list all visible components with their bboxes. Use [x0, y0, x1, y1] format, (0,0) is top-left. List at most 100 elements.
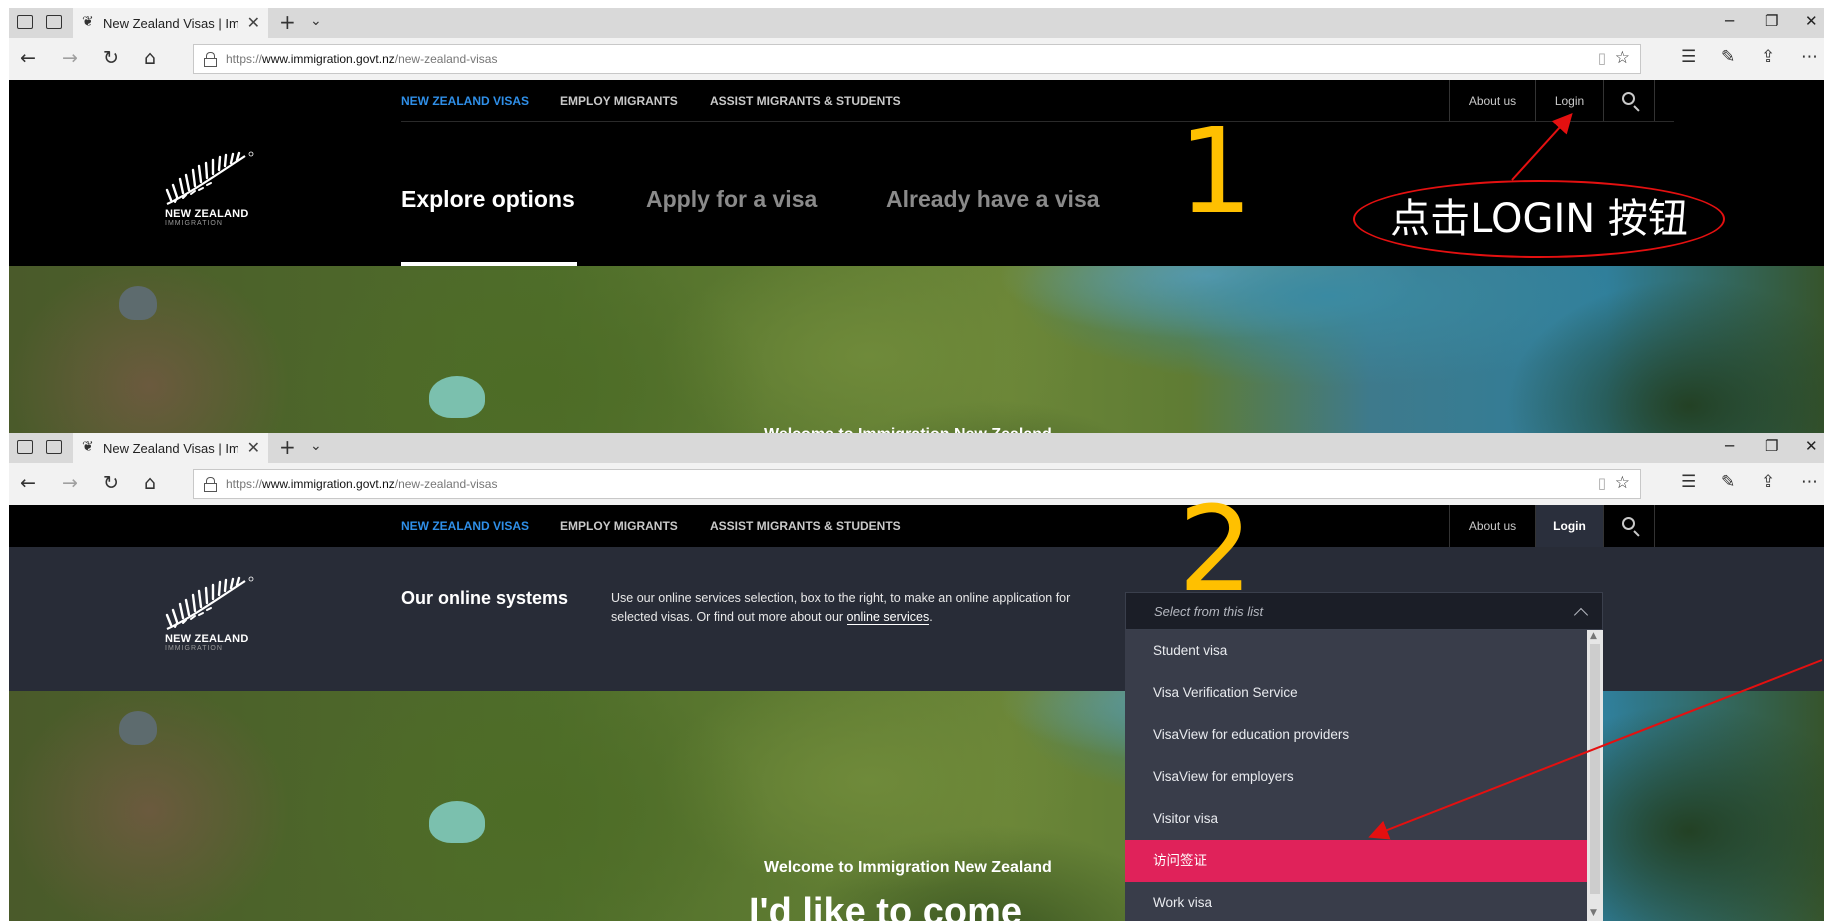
nav-new-zealand-visas[interactable]: NEW ZEALAND VISAS — [401, 519, 529, 533]
lock-icon — [204, 52, 217, 67]
home-icon[interactable]: ⌂ — [144, 47, 156, 69]
address-bar[interactable]: https://www.immigration.govt.nz/new-zeal… — [193, 469, 1641, 499]
scroll-down-icon[interactable]: ▼ — [1590, 908, 1597, 918]
online-systems-title: Our online systems — [401, 588, 569, 608]
option-visaview-employers[interactable]: VisaView for employers — [1125, 756, 1587, 798]
login-button[interactable]: Login — [1535, 80, 1603, 122]
refresh-icon[interactable]: ↻ — [103, 47, 119, 69]
share-icon[interactable]: ⇪ — [1761, 472, 1775, 492]
nz-immigration-logo[interactable]: NEW ZEALAND IMMIGRATION — [165, 150, 255, 230]
pen-icon[interactable]: ✎ — [1721, 47, 1735, 67]
favorites-list-icon[interactable]: ☰ — [1681, 472, 1696, 492]
lock-icon — [204, 477, 217, 492]
browser-tab[interactable]: ❦ New Zealand Visas | Immigration New Ze… — [73, 8, 268, 38]
online-systems-description: Use our online services selection, box t… — [611, 591, 1071, 625]
scroll-up-icon[interactable]: ▲ — [1590, 631, 1597, 641]
annotation-click-login-label: 点击LOGIN 按钮 — [1353, 180, 1725, 258]
reading-view-icon[interactable]: ▯ — [1598, 474, 1606, 492]
set-aside-tabs-icon[interactable] — [17, 440, 33, 454]
home-icon[interactable]: ⌂ — [144, 472, 156, 494]
site-top-nav: NEW ZEALAND VISAS EMPLOY MIGRANTS ASSIST… — [9, 505, 1824, 547]
option-visitor-visa-chinese[interactable]: 访问签证 — [1125, 840, 1587, 882]
option-visa-verification[interactable]: Visa Verification Service — [1125, 672, 1587, 714]
logo-sub: IMMIGRATION — [165, 220, 223, 227]
about-us-link[interactable]: About us — [1449, 505, 1535, 547]
new-tab-icon[interactable]: + — [279, 10, 296, 34]
close-tab-icon[interactable]: ✕ — [247, 13, 260, 32]
restore-icon[interactable]: ❐ — [1765, 437, 1778, 455]
browser-tab[interactable]: ❦ New Zealand Visas | Immigration New Ze… — [73, 433, 268, 463]
scrollbar-thumb[interactable] — [1590, 644, 1600, 894]
option-visitor-visa[interactable]: Visitor visa — [1125, 798, 1587, 840]
cyclist-helmet — [119, 711, 157, 745]
show-tabs-icon[interactable] — [46, 440, 62, 454]
url-text: https://www.immigration.govt.nz/new-zeal… — [226, 477, 498, 491]
set-aside-tabs-icon[interactable] — [17, 15, 33, 29]
site-search-button[interactable] — [1603, 80, 1655, 122]
login-button[interactable]: Login — [1535, 505, 1603, 547]
silver-fern-icon — [165, 151, 254, 206]
close-window-icon[interactable]: ✕ — [1805, 437, 1818, 455]
back-icon[interactable]: ← — [20, 47, 36, 69]
online-services-options: Student visa Visa Verification Service V… — [1125, 630, 1603, 921]
new-tab-icon[interactable]: + — [279, 435, 296, 459]
nav-new-zealand-visas[interactable]: NEW ZEALAND VISAS — [401, 94, 529, 108]
close-tab-icon[interactable]: ✕ — [247, 438, 260, 457]
option-student-visa[interactable]: Student visa — [1125, 630, 1587, 672]
address-toolbar: ← → ↻ ⌂ https://www.immigration.govt.nz/… — [9, 38, 1824, 80]
tab-title: New Zealand Visas | Immigration New Zeal… — [103, 16, 238, 31]
about-us-link[interactable]: About us — [1449, 80, 1535, 122]
browser-tab-strip: ❦ New Zealand Visas | Immigration New Ze… — [9, 433, 1824, 463]
chevron-down-icon[interactable]: ⌄ — [310, 438, 322, 454]
reading-view-icon[interactable]: ▯ — [1598, 49, 1606, 67]
favorites-list-icon[interactable]: ☰ — [1681, 47, 1696, 67]
fern-favicon-icon: ❦ — [82, 14, 94, 30]
forward-icon[interactable]: → — [62, 47, 78, 69]
back-icon[interactable]: ← — [20, 472, 36, 494]
chevron-down-icon[interactable]: ⌄ — [310, 13, 322, 29]
restore-icon[interactable]: ❐ — [1765, 12, 1778, 30]
favorite-star-icon[interactable]: ☆ — [1615, 48, 1630, 68]
minimize-icon[interactable]: ─ — [1725, 437, 1734, 455]
close-window-icon[interactable]: ✕ — [1805, 12, 1818, 30]
tab-title: New Zealand Visas | Immigration New Zeal… — [103, 441, 238, 456]
option-work-visa[interactable]: Work visa — [1125, 882, 1587, 921]
cyclist-helmet — [119, 286, 157, 320]
option-visaview-education[interactable]: VisaView for education providers — [1125, 714, 1587, 756]
hero-welcome: Welcome to Immigration New Zealand — [764, 426, 1052, 433]
chevron-up-icon — [1573, 607, 1589, 623]
online-services-link[interactable]: online services — [846, 610, 930, 625]
favorite-star-icon[interactable]: ☆ — [1615, 473, 1630, 493]
logo-name: NEW ZEALAND — [165, 633, 249, 645]
nav-employ-migrants[interactable]: EMPLOY MIGRANTS — [560, 94, 678, 108]
options-scrollbar[interactable]: ▲ ▼ — [1587, 630, 1603, 921]
pen-icon[interactable]: ✎ — [1721, 472, 1735, 492]
share-icon[interactable]: ⇪ — [1761, 47, 1775, 67]
annotation-step-2: 2 — [1178, 480, 1254, 618]
browser-tab-strip: ❦ New Zealand Visas | Immigration New Ze… — [9, 8, 1824, 38]
minimize-icon[interactable]: ─ — [1725, 12, 1734, 30]
annotation-step-1: 1 — [1178, 102, 1254, 240]
nav-assist-migrants[interactable]: ASSIST MIGRANTS & STUDENTS — [710, 519, 901, 533]
logo-sub: IMMIGRATION — [165, 645, 223, 652]
more-icon[interactable]: ⋯ — [1801, 472, 1818, 492]
nav-employ-migrants[interactable]: EMPLOY MIGRANTS — [560, 519, 678, 533]
hero-welcome: Welcome to Immigration New Zealand — [764, 859, 1052, 876]
refresh-icon[interactable]: ↻ — [103, 472, 119, 494]
hero-image: Welcome to Immigration New Zealand — [9, 266, 1824, 433]
tab-explore-options[interactable]: Explore options — [401, 186, 575, 213]
tab-already-have-visa[interactable]: Already have a visa — [886, 186, 1100, 213]
search-icon — [1622, 92, 1635, 105]
fern-favicon-icon: ❦ — [82, 439, 94, 455]
nz-immigration-logo[interactable]: NEW ZEALAND IMMIGRATION — [165, 575, 255, 655]
site-search-button[interactable] — [1603, 505, 1655, 547]
site-top-nav: NEW ZEALAND VISAS EMPLOY MIGRANTS ASSIST… — [9, 80, 1824, 122]
tab-apply-for-visa[interactable]: Apply for a visa — [646, 186, 817, 213]
hero-headline: I'd like to come — [749, 891, 1022, 921]
show-tabs-icon[interactable] — [46, 15, 62, 29]
more-icon[interactable]: ⋯ — [1801, 47, 1818, 67]
cyclist-helmet — [429, 376, 485, 418]
address-bar[interactable]: https://www.immigration.govt.nz/new-zeal… — [193, 44, 1641, 74]
nav-assist-migrants[interactable]: ASSIST MIGRANTS & STUDENTS — [710, 94, 901, 108]
forward-icon[interactable]: → — [62, 472, 78, 494]
